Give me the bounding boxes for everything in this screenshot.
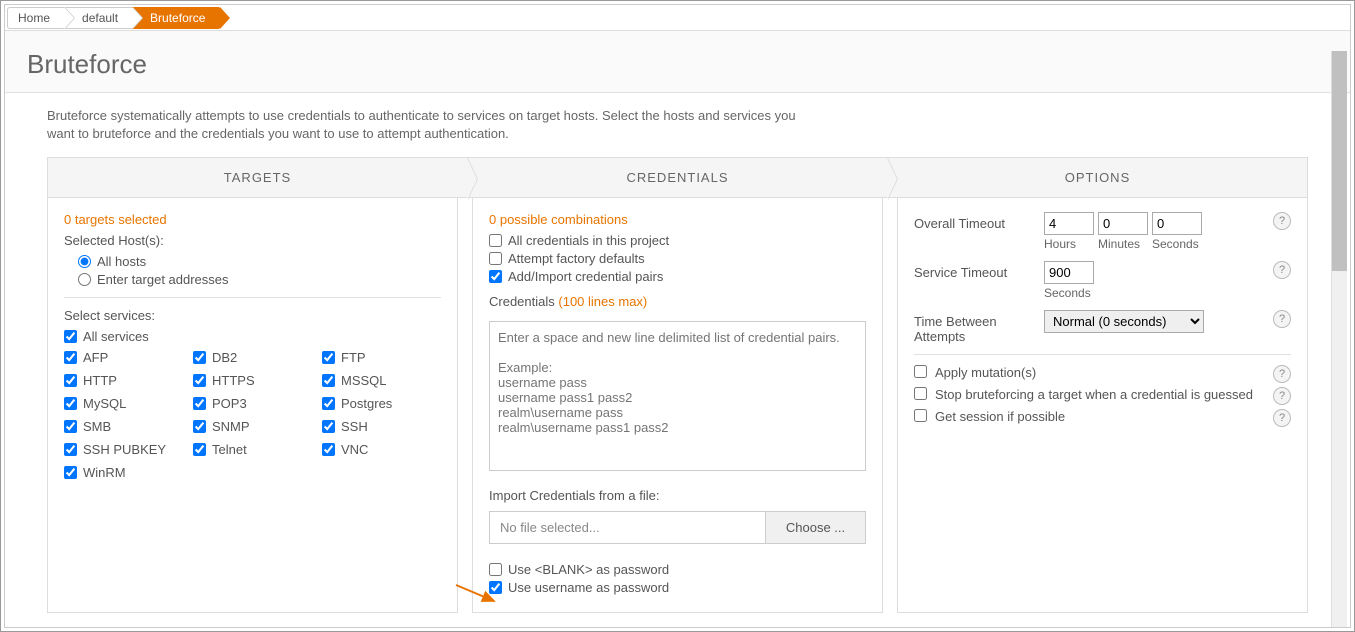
- radio-all-hosts[interactable]: [78, 255, 91, 268]
- check-db2[interactable]: [193, 351, 206, 364]
- check-mssql[interactable]: [322, 374, 335, 387]
- time-between-label: Time Between Attempts: [914, 310, 1044, 344]
- check-postgres[interactable]: [322, 397, 335, 410]
- help-icon[interactable]: ?: [1273, 365, 1291, 383]
- overall-seconds-input[interactable]: [1152, 212, 1202, 235]
- help-icon[interactable]: ?: [1273, 387, 1291, 405]
- check-all-credentials-label: All credentials in this project: [508, 233, 669, 248]
- time-between-select[interactable]: Normal (0 seconds): [1044, 310, 1204, 333]
- import-label: Import Credentials from a file:: [489, 488, 866, 503]
- help-icon[interactable]: ?: [1273, 261, 1291, 279]
- check-vnc[interactable]: [322, 443, 335, 456]
- tab-options[interactable]: OPTIONS: [888, 158, 1307, 197]
- wizard-tabs: TARGETS CREDENTIALS OPTIONS: [47, 157, 1308, 198]
- check-snmp[interactable]: [193, 420, 206, 433]
- service-timeout-label: Service Timeout: [914, 261, 1044, 280]
- tab-targets[interactable]: TARGETS: [48, 158, 468, 197]
- overall-hours-input[interactable]: [1044, 212, 1094, 235]
- check-telnet[interactable]: [193, 443, 206, 456]
- divider: [914, 354, 1291, 355]
- choose-file-button[interactable]: Choose ...: [766, 511, 866, 544]
- tab-credentials[interactable]: CREDENTIALS: [468, 158, 888, 197]
- check-mysql[interactable]: [64, 397, 77, 410]
- check-ssh[interactable]: [322, 420, 335, 433]
- hours-unit: Hours: [1044, 237, 1094, 251]
- check-use-username[interactable]: [489, 581, 502, 594]
- seconds-unit-2: Seconds: [1044, 286, 1094, 300]
- check-add-import-label: Add/Import credential pairs: [508, 269, 663, 284]
- scrollbar-thumb[interactable]: [1332, 51, 1347, 271]
- check-factory-defaults-label: Attempt factory defaults: [508, 251, 645, 266]
- check-smb[interactable]: [64, 420, 77, 433]
- selected-host-label: Selected Host(s):: [64, 233, 441, 248]
- check-afp[interactable]: [64, 351, 77, 364]
- check-add-import[interactable]: [489, 270, 502, 283]
- check-use-blank[interactable]: [489, 563, 502, 576]
- title-bar: Bruteforce: [5, 31, 1350, 93]
- credentials-panel: 0 possible combinations All credentials …: [472, 198, 883, 613]
- check-pop3[interactable]: [193, 397, 206, 410]
- check-winrm[interactable]: [64, 466, 77, 479]
- targets-status: 0 targets selected: [64, 212, 441, 227]
- file-selected-label: No file selected...: [489, 511, 766, 544]
- breadcrumb-home[interactable]: Home: [7, 7, 64, 29]
- service-timeout-input[interactable]: [1044, 261, 1094, 284]
- check-apply-mutations[interactable]: [914, 365, 927, 378]
- check-all-services[interactable]: [64, 330, 77, 343]
- breadcrumb-bruteforce[interactable]: Bruteforce: [132, 7, 219, 29]
- check-get-session[interactable]: [914, 409, 927, 422]
- check-use-username-label: Use username as password: [508, 580, 669, 595]
- check-apply-mutations-label: Apply mutation(s): [935, 365, 1265, 380]
- minutes-unit: Minutes: [1098, 237, 1148, 251]
- breadcrumb: Home default Bruteforce: [5, 5, 1350, 31]
- page-description: Bruteforce systematically attempts to us…: [47, 107, 807, 143]
- help-icon[interactable]: ?: [1273, 212, 1291, 230]
- radio-enter-addresses-label: Enter target addresses: [97, 272, 229, 287]
- check-all-services-label: All services: [83, 329, 149, 344]
- overall-timeout-label: Overall Timeout: [914, 212, 1044, 231]
- select-services-label: Select services:: [64, 308, 441, 323]
- check-ssh-pubkey[interactable]: [64, 443, 77, 456]
- targets-panel: 0 targets selected Selected Host(s): All…: [47, 198, 458, 613]
- scrollbar[interactable]: [1331, 51, 1347, 627]
- credentials-hint: (100 lines max): [558, 294, 647, 309]
- check-http[interactable]: [64, 374, 77, 387]
- services-grid: AFP DB2 FTP HTTP HTTPS MSSQL MySQL POP3 …: [64, 347, 441, 483]
- help-icon[interactable]: ?: [1273, 409, 1291, 427]
- check-stop-on-guess[interactable]: [914, 387, 927, 400]
- check-factory-defaults[interactable]: [489, 252, 502, 265]
- divider: [64, 297, 441, 298]
- check-all-credentials[interactable]: [489, 234, 502, 247]
- credentials-status: 0 possible combinations: [489, 212, 866, 227]
- check-ftp[interactable]: [322, 351, 335, 364]
- credentials-textarea[interactable]: [489, 321, 866, 471]
- overall-minutes-input[interactable]: [1098, 212, 1148, 235]
- radio-all-hosts-label: All hosts: [97, 254, 146, 269]
- radio-enter-addresses[interactable]: [78, 273, 91, 286]
- options-panel: Overall Timeout Hours Minutes Seconds: [897, 198, 1308, 613]
- check-https[interactable]: [193, 374, 206, 387]
- page-title: Bruteforce: [27, 49, 1328, 80]
- seconds-unit: Seconds: [1152, 237, 1202, 251]
- check-get-session-label: Get session if possible: [935, 409, 1265, 424]
- help-icon[interactable]: ?: [1273, 310, 1291, 328]
- check-use-blank-label: Use <BLANK> as password: [508, 562, 669, 577]
- credentials-label: Credentials (100 lines max): [489, 294, 866, 309]
- check-stop-on-guess-label: Stop bruteforcing a target when a creden…: [935, 387, 1265, 402]
